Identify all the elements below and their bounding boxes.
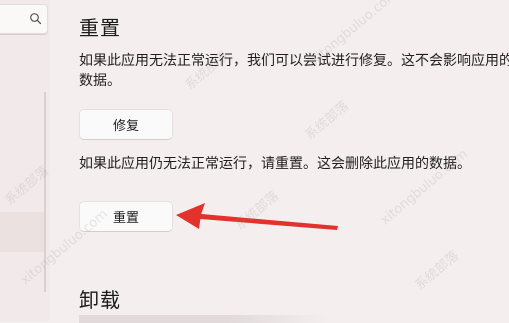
watermark-text: 系统部落	[302, 98, 353, 144]
arrow-shaft	[194, 213, 338, 230]
watermark-text: 系统部落	[412, 248, 463, 294]
sidebar-selected-item[interactable]	[0, 212, 44, 252]
search-box[interactable]	[0, 4, 48, 34]
reset-section-title: 重置	[79, 16, 121, 40]
navigation-sidebar	[0, 0, 50, 321]
watermark-text: 系统部落	[232, 188, 283, 234]
arrow-head	[176, 203, 205, 229]
repair-description: 如果此应用无法正常运行，我们可以尝试进行修复。这不会影响应用的数据。	[79, 53, 509, 89]
sidebar-divider	[44, 92, 46, 292]
uninstall-description-cutoff	[79, 315, 329, 323]
repair-button[interactable]: 修复	[79, 109, 173, 140]
search-icon	[30, 13, 42, 25]
reset-description: 如果此应用仍无法正常运行，请重置。这会删除此应用的数据。	[79, 156, 471, 172]
uninstall-section-title: 卸载	[79, 288, 121, 312]
reset-button[interactable]: 重置	[79, 201, 173, 232]
